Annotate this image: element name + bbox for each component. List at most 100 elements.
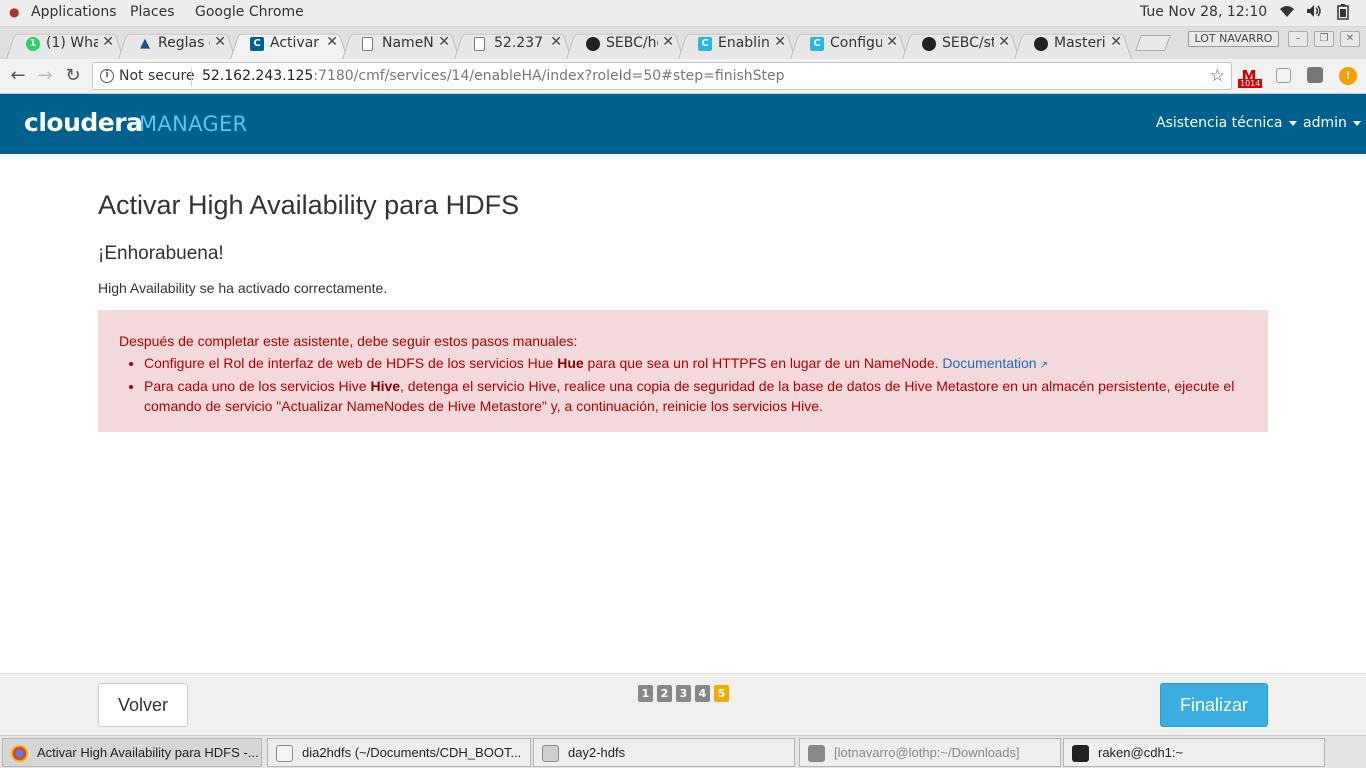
close-icon[interactable]: ✕: [886, 34, 898, 50]
taskbar-title: [lotnavarro@lothp:~/Downloads]: [834, 745, 1020, 760]
page-title: Activar High Availability para HDFS: [98, 190, 520, 220]
external-link-icon[interactable]: ↗: [1040, 360, 1048, 371]
minimize-icon[interactable]: –: [1288, 31, 1308, 47]
taskbar-title: dia2hdfs (~/Documents/CDH_BOOT...: [302, 745, 522, 760]
step-indicator[interactable]: 3: [676, 685, 691, 702]
hive-service-name: Hive: [370, 378, 401, 394]
extension-icon[interactable]: [1307, 67, 1323, 83]
taskbar-title: day2-hdfs: [568, 745, 626, 760]
cm-header: cloudera MANAGER Asistencia técnica admi…: [0, 94, 1366, 154]
close-icon[interactable]: ✕: [214, 34, 226, 50]
applications-menu[interactable]: Applications: [31, 4, 117, 20]
tab-title: Configure: [830, 35, 882, 51]
documentation-link[interactable]: Documentation: [942, 355, 1036, 371]
system-top-bar: ● Applications Places Google Chrome Tue …: [0, 0, 1366, 27]
step-indicator-current[interactable]: 5: [714, 685, 729, 702]
browser-tab[interactable]: NameNode ✕: [342, 29, 460, 59]
success-message: High Availability se ha activado correct…: [98, 280, 388, 296]
wizard-footer: Volver 1 2 3 4 5 Finalizar: [0, 673, 1366, 735]
close-icon[interactable]: ✕: [326, 34, 338, 50]
url-path: :7180/cmf/services/14/enableHA/index?rol…: [313, 68, 785, 84]
browser-tab-active[interactable]: C Activar HA ✕: [230, 29, 348, 59]
window-close-icon[interactable]: ✕: [1340, 31, 1360, 47]
battery-icon[interactable]: [1337, 4, 1349, 24]
manual-steps-alert: Después de completar este asistente, deb…: [98, 310, 1268, 432]
github-icon: [922, 37, 936, 51]
taskbar-item[interactable]: day2-hdfs: [533, 738, 795, 767]
gnome-foot-icon: ●: [9, 5, 20, 19]
finish-button[interactable]: Finalizar: [1160, 683, 1268, 727]
cloudera-logo[interactable]: cloudera: [24, 108, 143, 137]
tab-strip: 1 (1) WhatsApp ✕ ▲ Reglas de ✕ C Activar…: [0, 27, 1366, 59]
cloudera-icon: C: [698, 37, 712, 51]
user-menu[interactable]: admin: [1303, 115, 1361, 131]
manual-steps-list: Configure el Rol de interfaz de web de H…: [144, 353, 1254, 416]
close-icon[interactable]: ✕: [662, 34, 674, 50]
tab-title: Reglas de: [158, 35, 210, 51]
close-icon[interactable]: ✕: [1110, 34, 1122, 50]
tab-title: Activar HA: [270, 35, 322, 51]
step-text: Configure el Rol de interfaz de web de H…: [144, 355, 558, 371]
url-text[interactable]: 52.162.243.125:7180/cmf/services/14/enab…: [202, 68, 785, 84]
manager-logo[interactable]: MANAGER: [139, 112, 247, 136]
clock[interactable]: Tue Nov 28, 12:10: [1140, 4, 1267, 20]
restore-icon[interactable]: ❐: [1314, 31, 1334, 47]
close-icon[interactable]: ✕: [438, 34, 450, 50]
page-icon: [362, 37, 373, 51]
close-icon[interactable]: ✕: [550, 34, 562, 50]
list-item: Para cada uno de los servicios Hive Hive…: [144, 376, 1254, 416]
forward-arrow-icon[interactable]: →: [34, 65, 56, 86]
support-menu[interactable]: Asistencia técnica: [1156, 115, 1297, 131]
cloudera-icon: C: [250, 37, 264, 51]
divider: [191, 68, 192, 86]
step-text: para que sea un rol HTTPFS en lugar de u…: [583, 355, 943, 371]
atlassian-icon: ▲: [140, 36, 150, 51]
back-button[interactable]: Volver: [98, 683, 188, 727]
taskbar-item[interactable]: dia2hdfs (~/Documents/CDH_BOOT...: [267, 738, 531, 767]
github-icon: [586, 37, 600, 51]
new-tab-button[interactable]: [1135, 35, 1171, 51]
taskbar-item[interactable]: raken@cdh1:~: [1063, 738, 1325, 767]
browser-tab[interactable]: SEBC/st ✕: [902, 29, 1020, 59]
address-bar[interactable]: i Not secure 52.162.243.125:7180/cmf/ser…: [92, 62, 1232, 90]
whatsapp-icon: 1: [26, 37, 40, 51]
close-icon[interactable]: ✕: [774, 34, 786, 50]
volume-icon[interactable]: [1306, 4, 1322, 22]
browser-tab[interactable]: 52.237 ✕: [454, 29, 572, 59]
back-arrow-icon[interactable]: ←: [7, 65, 29, 86]
tab-title: Enabling: [718, 35, 770, 51]
extension-icon[interactable]: [1276, 68, 1291, 83]
browser-tab[interactable]: SEBC/hdfs ✕: [566, 29, 684, 59]
browser-tab[interactable]: ▲ Reglas de ✕: [118, 29, 236, 59]
profile-button[interactable]: LOT NAVARRO: [1188, 31, 1279, 47]
wifi-icon[interactable]: [1279, 4, 1295, 22]
terminal-icon: [808, 745, 825, 762]
browser-tab[interactable]: C Enabling ✕: [678, 29, 796, 59]
browser-toolbar: ← → ↻ i Not secure 52.162.243.125:7180/c…: [0, 59, 1366, 94]
gmail-badge: 1014: [1238, 79, 1263, 88]
places-menu[interactable]: Places: [130, 4, 175, 20]
browser-tab[interactable]: Mastering ✕: [1014, 29, 1132, 59]
step-indicator[interactable]: 4: [695, 685, 710, 702]
security-label[interactable]: Not secure: [119, 68, 195, 84]
reload-icon[interactable]: ↻: [62, 65, 84, 86]
browser-tab[interactable]: 1 (1) WhatsApp ✕: [6, 29, 124, 59]
bookmark-star-icon[interactable]: ☆: [1210, 66, 1225, 86]
warning-icon[interactable]: !: [1339, 67, 1357, 85]
terminal-icon: [1072, 745, 1089, 762]
tab-title: 52.237: [494, 35, 543, 51]
info-icon[interactable]: i: [100, 69, 114, 83]
taskbar-item[interactable]: [lotnavarro@lothp:~/Downloads]: [799, 738, 1061, 767]
tab-title: NameNode: [382, 35, 434, 51]
app-menu-chrome[interactable]: Google Chrome: [195, 4, 304, 20]
congrats-heading: ¡Enhorabuena!: [98, 243, 224, 264]
close-icon[interactable]: ✕: [998, 34, 1010, 50]
close-icon[interactable]: ✕: [102, 34, 114, 50]
caret-down-icon: [1352, 120, 1361, 126]
cloudera-icon: C: [810, 37, 824, 51]
browser-tab[interactable]: C Configure ✕: [790, 29, 908, 59]
step-indicator[interactable]: 2: [657, 685, 672, 702]
step-indicator[interactable]: 1: [638, 685, 653, 702]
taskbar-item[interactable]: Activar High Availability para HDFS -...: [2, 738, 262, 767]
caret-down-icon: [1288, 120, 1297, 126]
